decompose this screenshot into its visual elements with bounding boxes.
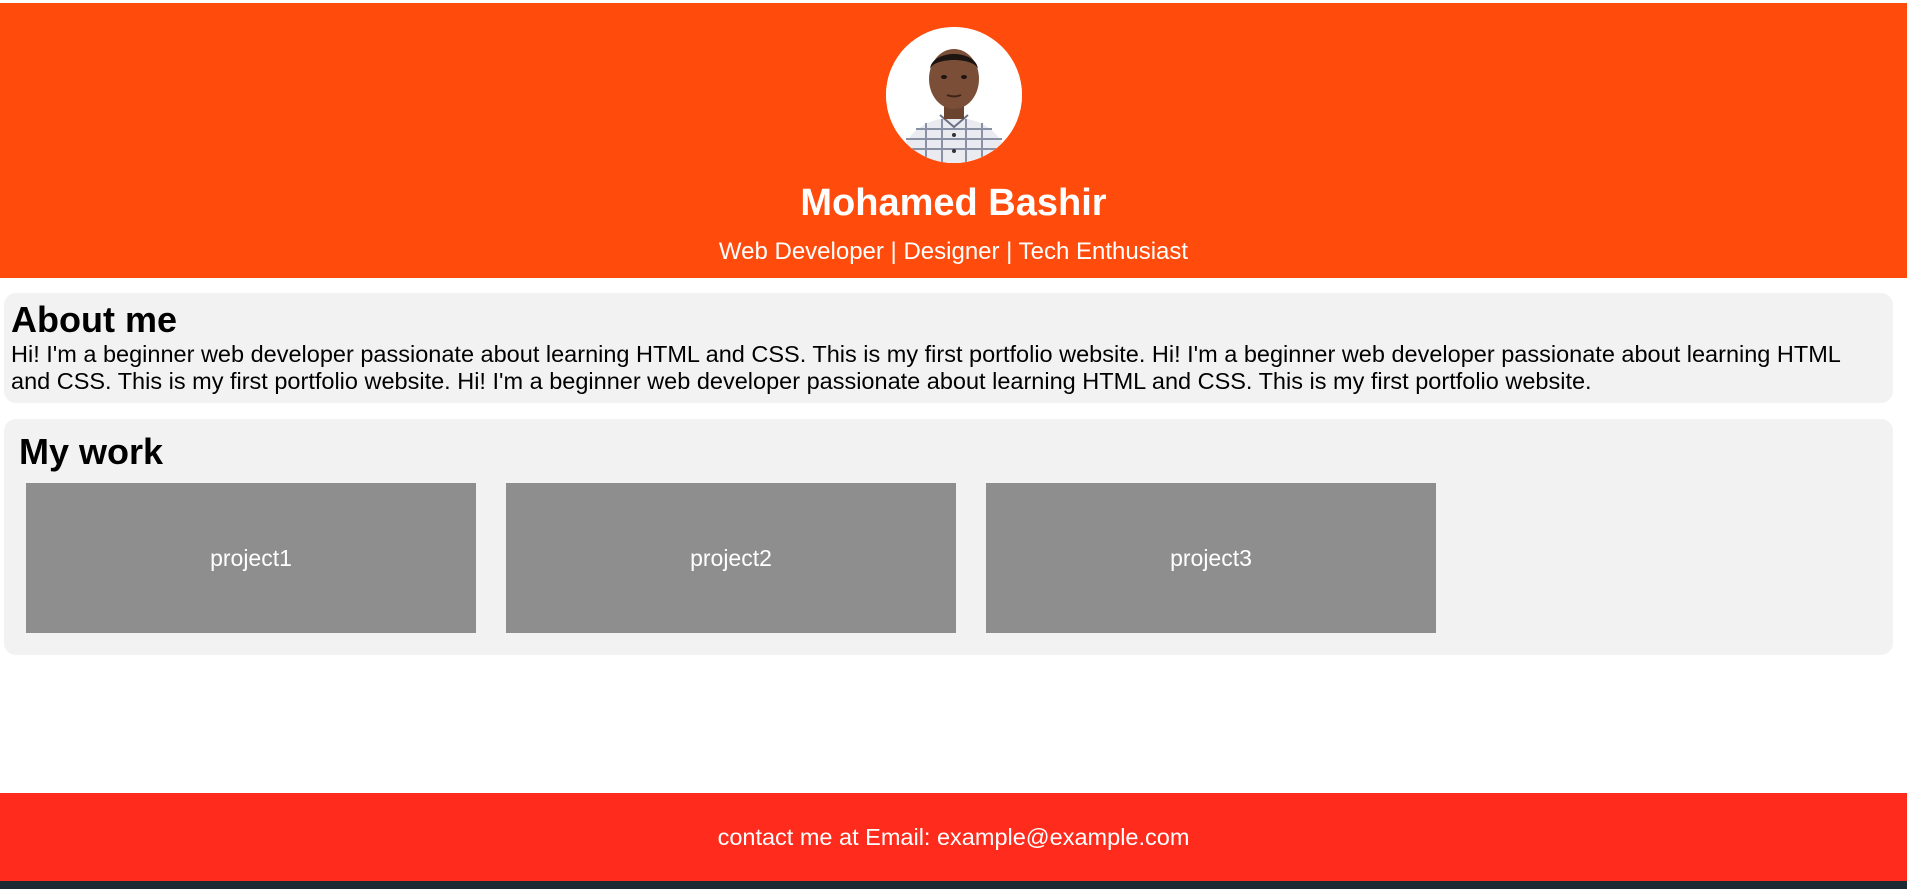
- avatar: [885, 27, 1022, 163]
- project-label: project2: [690, 544, 772, 571]
- projects-grid: project1 project2 project3: [19, 483, 1893, 633]
- taskbar-edge: [0, 881, 1907, 889]
- profile-tagline: Web Developer | Designer | Tech Enthusia…: [718, 238, 1189, 265]
- about-text: Hi! I'm a beginner web developer passion…: [11, 341, 1840, 394]
- work-heading: My work: [19, 431, 164, 472]
- about-section: About me Hi! I'm a beginner web develope…: [4, 293, 1893, 403]
- avatar-photo-icon: [885, 27, 1022, 163]
- contact-footer: contact me at Email: example@example.com: [0, 793, 1907, 881]
- portfolio-page: Mohamed Bashir Web Developer | Designer …: [0, 0, 1907, 889]
- profile-name: Mohamed Bashir: [800, 182, 1107, 224]
- project-card-2[interactable]: project2: [506, 483, 956, 633]
- contact-text: contact me at Email: example@example.com: [717, 824, 1190, 850]
- project-card-3[interactable]: project3: [986, 483, 1436, 633]
- hero-header: Mohamed Bashir Web Developer | Designer …: [0, 3, 1907, 278]
- work-section: My work project1 project2 project3: [4, 419, 1893, 655]
- about-heading: About me: [11, 299, 177, 340]
- project-label: project3: [1170, 544, 1252, 571]
- project-label: project1: [210, 544, 292, 571]
- project-card-1[interactable]: project1: [26, 483, 476, 633]
